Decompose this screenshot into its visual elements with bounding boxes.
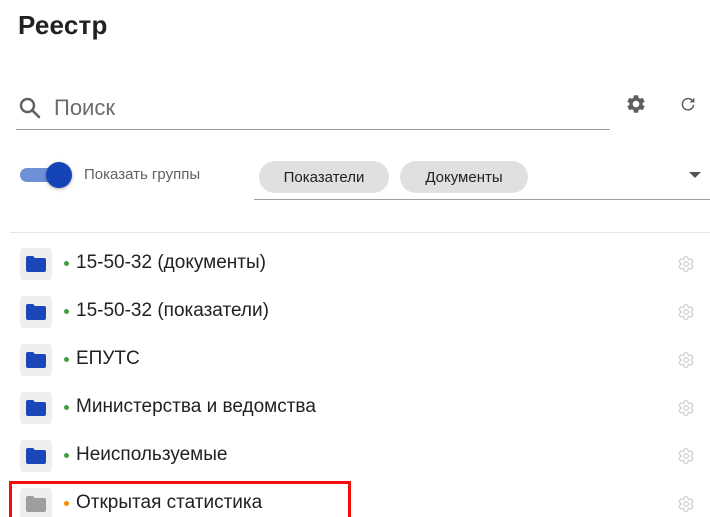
show-groups-toggle[interactable] <box>18 162 72 188</box>
folder-icon <box>20 344 52 376</box>
folder-icon <box>20 296 52 328</box>
group-filter-select[interactable]: Показатели Документы <box>254 152 710 200</box>
list-item[interactable]: Неиспользуемые <box>0 432 710 480</box>
list-item[interactable]: 15-50-32 (документы) <box>0 240 710 288</box>
item-settings-icon[interactable] <box>676 302 696 322</box>
list-item-label: Неиспользуемые <box>76 444 228 465</box>
list-item-label: 15-50-32 (показатели) <box>76 300 269 321</box>
folder-icon <box>20 440 52 472</box>
settings-button[interactable] <box>624 92 648 116</box>
folder-icon <box>20 392 52 424</box>
search-icon[interactable] <box>18 96 42 120</box>
folder-icon <box>20 488 52 517</box>
list-item-label: Министерства и ведомства <box>76 396 316 417</box>
refresh-button[interactable] <box>676 92 700 116</box>
chip-documents[interactable]: Документы <box>400 161 528 193</box>
list-item[interactable]: 15-50-32 (показатели) <box>0 288 710 336</box>
list-item-label: ЕПУТС <box>76 348 140 369</box>
status-dot <box>64 261 69 266</box>
list-item-label: 15-50-32 (документы) <box>76 252 266 273</box>
status-dot <box>64 405 69 410</box>
folder-icon <box>20 248 52 280</box>
show-groups-label: Показать группы <box>84 166 201 183</box>
search-input[interactable] <box>54 94 574 121</box>
status-dot <box>64 453 69 458</box>
status-dot <box>64 501 69 506</box>
page-title: Реестр <box>18 10 108 40</box>
divider <box>10 232 710 233</box>
refresh-icon <box>681 97 695 111</box>
toggle-knob <box>46 162 72 188</box>
item-settings-icon[interactable] <box>676 446 696 466</box>
status-dot <box>64 309 69 314</box>
item-settings-icon[interactable] <box>676 350 696 370</box>
item-settings-icon[interactable] <box>676 494 696 514</box>
search-field[interactable] <box>16 86 610 130</box>
item-settings-icon[interactable] <box>676 398 696 418</box>
list-item[interactable]: Министерства и ведомства <box>0 384 710 432</box>
list-item-label: Открытая статистика <box>76 492 263 513</box>
gear-icon <box>627 95 645 113</box>
status-dot <box>64 357 69 362</box>
registry-page: Реестр Показать группы Показатели Докуме… <box>0 0 710 517</box>
dropdown-arrow-icon[interactable] <box>689 172 701 178</box>
list-item[interactable]: Открытая статистика <box>0 480 710 517</box>
list-item[interactable]: ЕПУТС <box>0 336 710 384</box>
item-settings-icon[interactable] <box>676 254 696 274</box>
chip-indicators[interactable]: Показатели <box>259 161 389 193</box>
